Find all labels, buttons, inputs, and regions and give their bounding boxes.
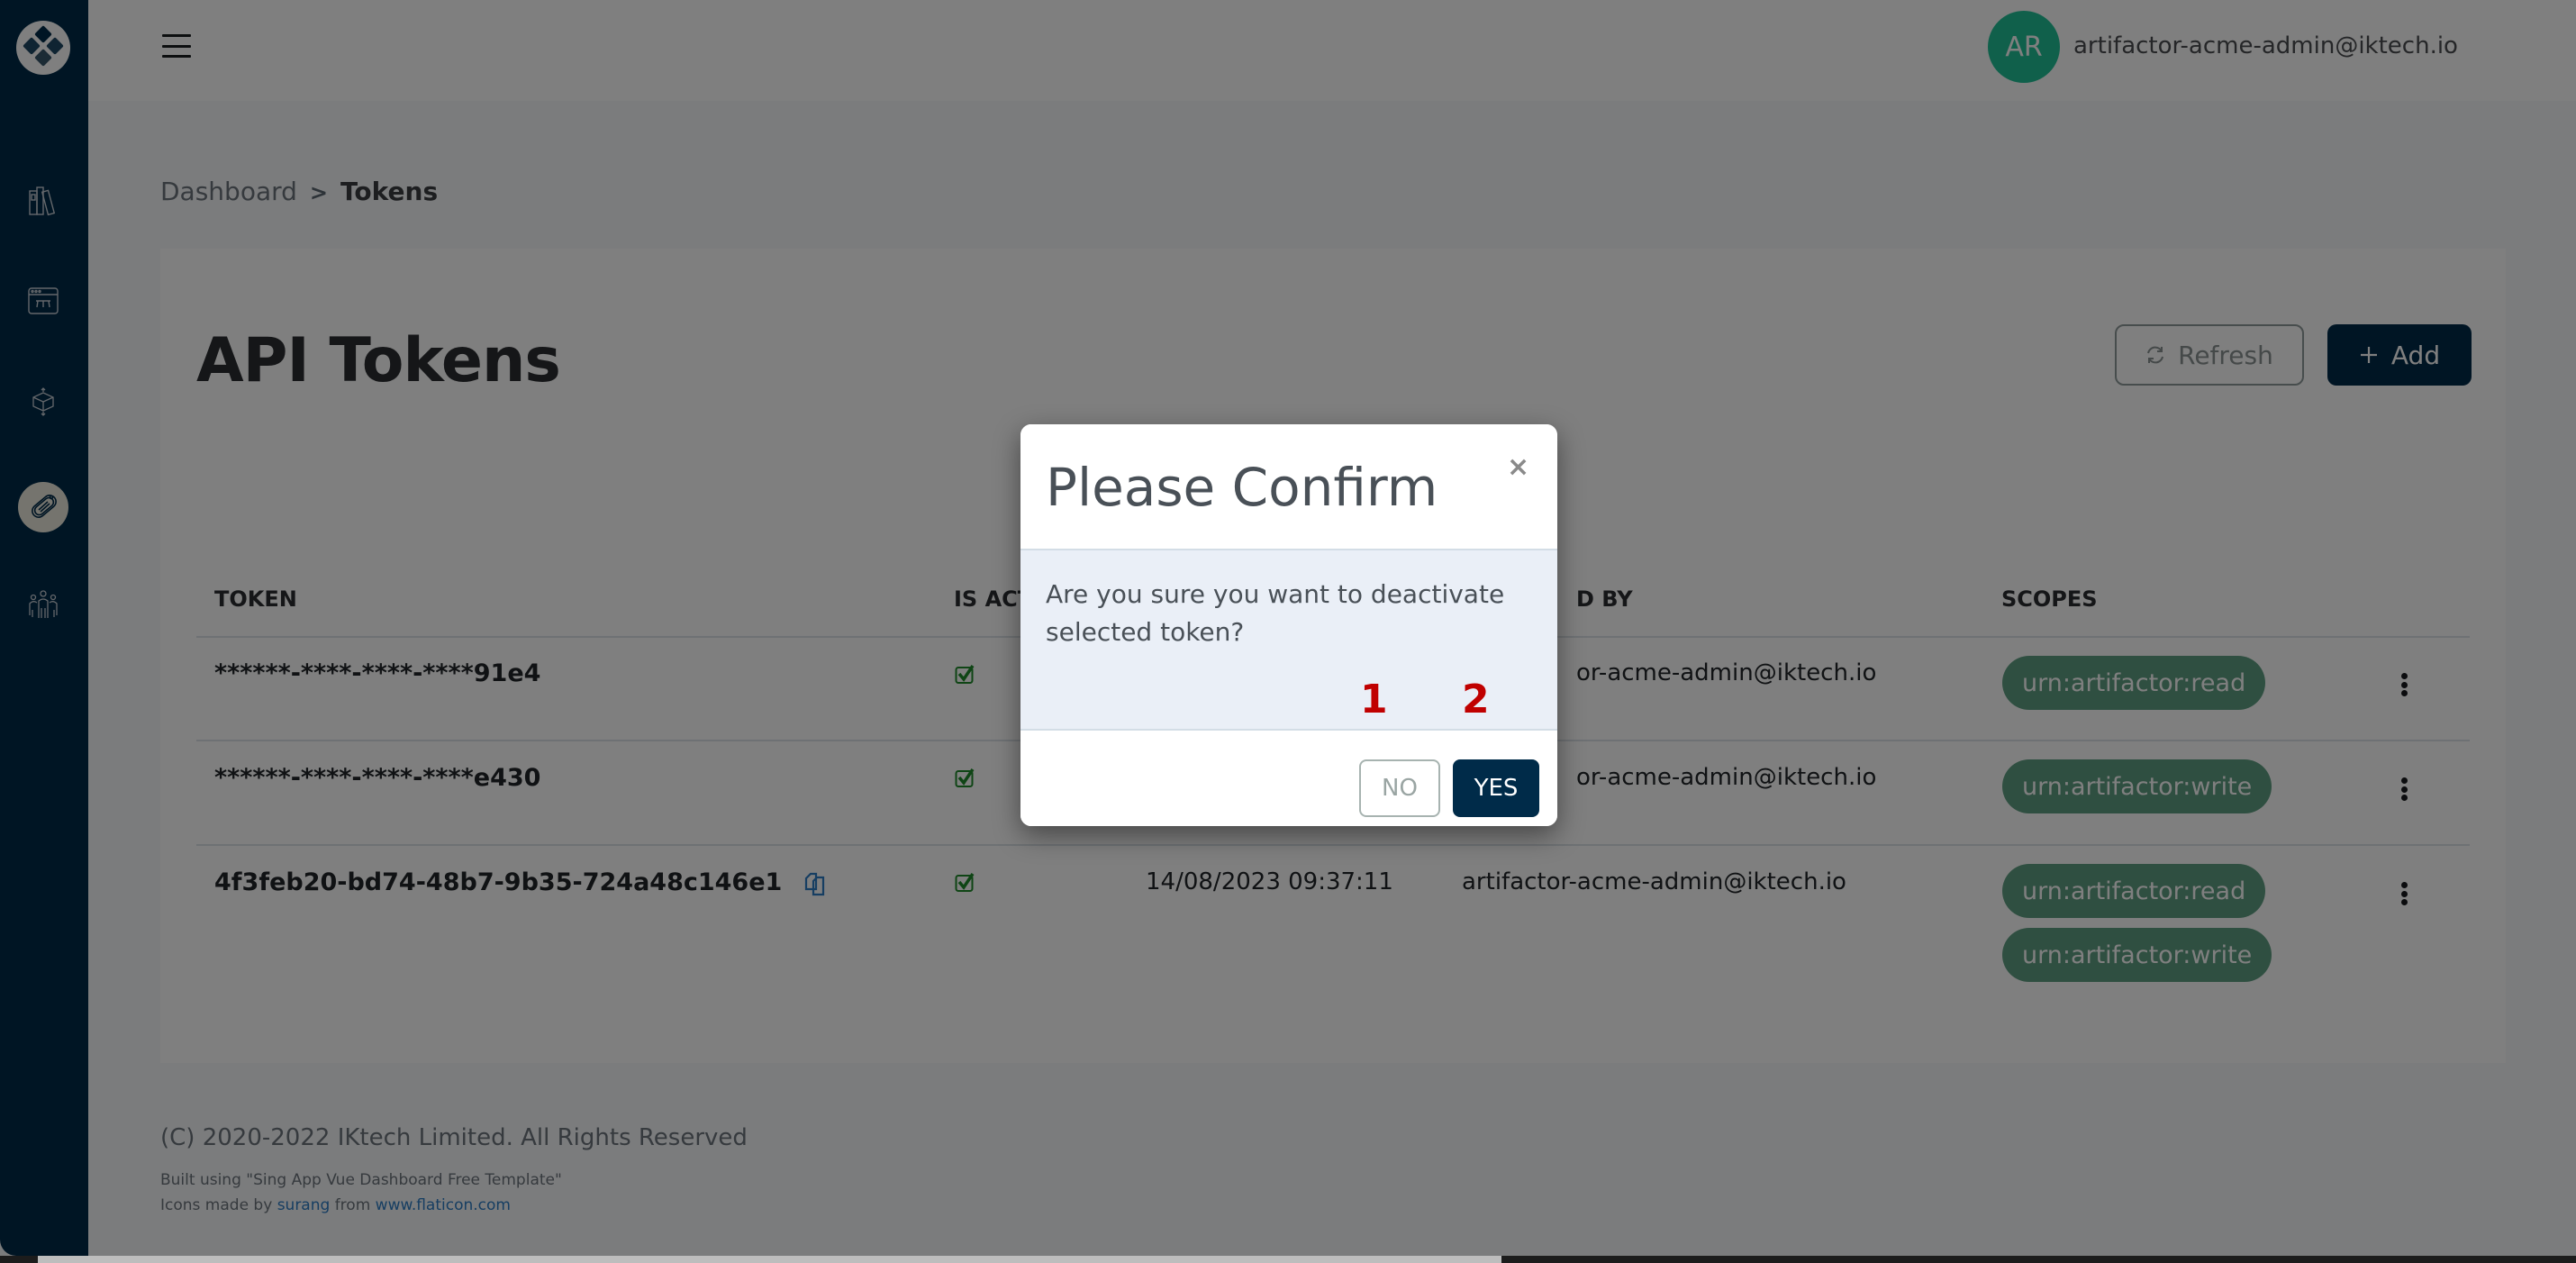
no-button[interactable]: NO <box>1359 759 1440 817</box>
dialog-message: Are you sure you want to deactivate sele… <box>1046 579 1505 647</box>
annotation-marker-2: 2 <box>1462 677 1490 722</box>
dialog-header: Please Confirm × <box>1020 424 1557 550</box>
close-icon[interactable]: × <box>1507 451 1529 483</box>
taskbar-chip <box>38 1256 1501 1263</box>
taskbar-strip <box>0 1256 2576 1263</box>
dialog-footer: NO YES <box>1020 731 1557 826</box>
annotation-marker-1: 1 <box>1360 677 1388 722</box>
yes-button[interactable]: YES <box>1453 759 1539 817</box>
confirm-dialog: Please Confirm × Are you sure you want t… <box>1020 424 1557 826</box>
dialog-body: Are you sure you want to deactivate sele… <box>1020 550 1557 731</box>
dialog-title: Please Confirm <box>1046 457 1438 518</box>
